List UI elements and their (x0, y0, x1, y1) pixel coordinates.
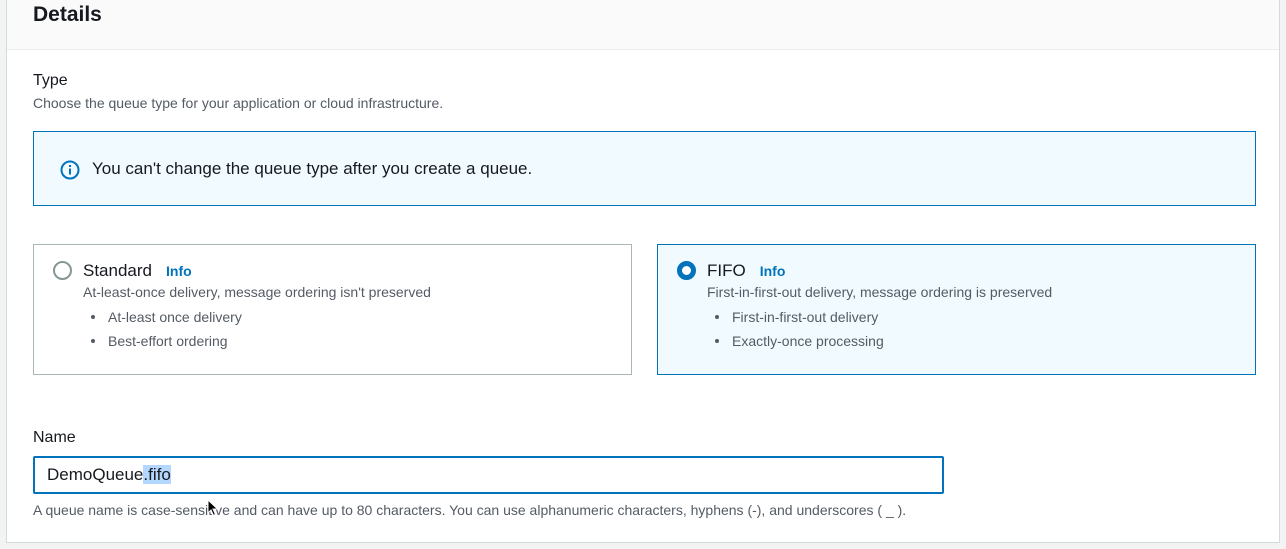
name-value-prefix: DemoQueue (47, 465, 144, 484)
info-alert: You can't change the queue type after yo… (33, 131, 1256, 206)
panel-title: Details (33, 3, 102, 26)
fifo-title: FIFO Info (707, 261, 785, 281)
list-item: Best-effort ordering (83, 332, 242, 356)
name-value-selection: .fifo (143, 465, 171, 484)
name-label: Name (33, 429, 76, 446)
list-item: Exactly-once processing (707, 332, 884, 356)
queue-name-input[interactable]: DemoQueue.fifo (33, 456, 944, 494)
queue-type-standard-tile[interactable]: Standard Info At-least-once delivery, mes… (33, 244, 632, 375)
fifo-description: First-in-first-out delivery, message ord… (707, 284, 1053, 300)
details-panel: Details Type Choose the queue type for y… (6, 0, 1280, 543)
mouse-cursor-icon (207, 499, 219, 517)
alert-message: You can't change the queue type after yo… (92, 159, 533, 178)
fifo-radio[interactable] (677, 261, 696, 280)
standard-bullets: At-least once delivery Best-effort order… (83, 308, 242, 356)
fifo-bullets: First-in-first-out delivery Exactly-once… (707, 308, 884, 356)
standard-info-link[interactable]: Info (166, 263, 192, 279)
queue-type-fifo-tile[interactable]: FIFO Info First-in-first-out delivery, me… (657, 244, 1256, 375)
list-item: First-in-first-out delivery (707, 308, 884, 332)
fifo-info-link[interactable]: Info (760, 263, 786, 279)
standard-title-text: Standard (83, 261, 152, 280)
panel-header: Details (7, 0, 1279, 50)
fifo-title-text: FIFO (707, 261, 746, 280)
list-item: At-least once delivery (83, 308, 242, 332)
info-circle-icon (60, 160, 80, 180)
type-label: Type (33, 72, 68, 89)
standard-description: At-least-once delivery, message ordering… (83, 284, 431, 300)
type-description: Choose the queue type for your applicati… (33, 95, 444, 111)
standard-title: Standard Info (83, 261, 192, 281)
standard-radio[interactable] (53, 261, 72, 280)
name-hint: A queue name is case-sensitive and can h… (33, 502, 907, 518)
